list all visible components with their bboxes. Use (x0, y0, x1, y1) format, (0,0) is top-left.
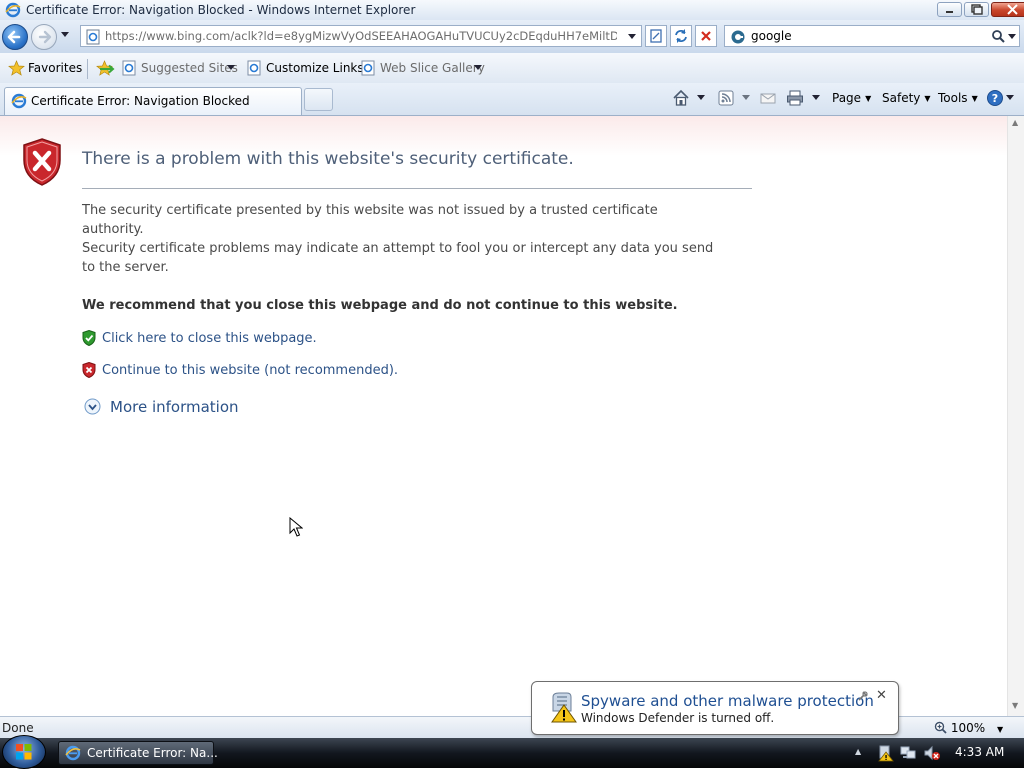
ie-logo-icon (65, 745, 81, 761)
notification-options-icon[interactable] (857, 690, 869, 702)
error-warning: Security certificate problems may indica… (82, 241, 714, 275)
status-text: Done (2, 721, 34, 735)
window-title: Certificate Error: Navigation Blocked - … (26, 3, 416, 17)
tab-certificate-error[interactable]: Certificate Error: Navigation Blocked (4, 87, 302, 115)
volume-muted-icon[interactable] (923, 744, 941, 762)
read-mail-icon[interactable] (759, 89, 777, 107)
page-menu[interactable]: Page ▼ (832, 91, 871, 105)
page-icon (85, 29, 101, 45)
show-hidden-icons-icon[interactable]: ▲ (855, 747, 861, 756)
search-input[interactable]: google (751, 29, 792, 43)
error-description: The security certificate presented by th… (82, 203, 658, 237)
shield-error-icon (22, 138, 62, 186)
notification-title: Spyware and other malware protection (581, 692, 874, 710)
google-icon (730, 29, 746, 45)
forward-button[interactable] (31, 24, 57, 50)
recent-pages-dropdown-icon[interactable] (60, 31, 70, 39)
search-box[interactable]: google (724, 25, 1020, 47)
chevron-down-icon (474, 65, 482, 71)
help-icon[interactable]: ? (986, 89, 1004, 107)
tools-menu[interactable]: Tools ▼ (938, 91, 978, 105)
home-dropdown-icon[interactable] (697, 95, 705, 101)
scroll-up-arrow-icon[interactable]: ▲ (1012, 118, 1018, 127)
refresh-button[interactable] (670, 25, 692, 47)
page-title: There is a problem with this website's s… (82, 149, 574, 169)
help-dropdown-icon[interactable] (1006, 95, 1014, 101)
notification-text: Windows Defender is turned off. (581, 711, 775, 725)
tab-label: Certificate Error: Navigation Blocked (31, 94, 250, 108)
clock[interactable]: 4:33 AM (955, 745, 1004, 759)
shield-ok-icon (82, 330, 96, 346)
chevron-down-icon (227, 65, 235, 71)
star-icon (8, 60, 25, 76)
mouse-cursor-icon (289, 517, 303, 537)
restore-button[interactable] (964, 2, 989, 17)
ie-page-icon (360, 60, 376, 76)
windows-defender-tray-icon[interactable] (877, 744, 895, 762)
notification-close-button[interactable]: ✕ (876, 688, 887, 703)
favorites-bar: Favorites Suggested Sites Customize Link… (0, 53, 1024, 83)
recommendation-text: We recommend that you close this webpage… (82, 298, 678, 313)
home-icon[interactable] (672, 89, 690, 107)
scroll-down-arrow-icon[interactable]: ▼ (1012, 701, 1018, 710)
zoom-icon (934, 721, 947, 734)
back-button[interactable] (2, 24, 28, 50)
ie-logo-icon (5, 2, 21, 18)
taskbar: Certificate Error: Na... ▲ 4:33 AM (0, 735, 1024, 769)
print-icon[interactable] (786, 89, 804, 107)
address-dropdown-icon[interactable] (627, 33, 637, 41)
close-window-button[interactable] (991, 2, 1024, 17)
feeds-dropdown-icon[interactable] (742, 95, 750, 101)
vertical-scrollbar[interactable]: ▲ ▼ (1007, 116, 1024, 716)
safety-menu[interactable]: Safety ▼ (882, 91, 931, 105)
zoom-dropdown-icon: ▼ (996, 725, 1004, 734)
taskbar-item-internet-explorer[interactable]: Certificate Error: Na... (58, 741, 218, 765)
address-row: https://www.bing.com/aclk?ld=e8ygMizwVyO… (0, 20, 1024, 53)
url-text[interactable]: https://www.bing.com/aclk?ld=e8ygMizwVyO… (105, 29, 617, 43)
start-button[interactable] (2, 735, 46, 769)
minimize-button[interactable] (937, 2, 962, 17)
feeds-icon[interactable] (717, 89, 735, 107)
chevron-down-icon: ▼ (865, 94, 872, 103)
zoom-control[interactable]: 100% ▼ (934, 721, 1003, 735)
expand-circle-icon (84, 398, 101, 415)
print-dropdown-icon[interactable] (812, 95, 820, 101)
ie-logo-icon (11, 93, 27, 109)
search-options-dropdown-icon[interactable] (1008, 34, 1016, 40)
toolbar-divider (87, 59, 88, 79)
tab-row: Certificate Error: Navigation Blocked Pa… (0, 83, 1024, 116)
stop-button[interactable] (695, 25, 717, 47)
shield-error-small-icon (82, 362, 96, 378)
add-to-favorites-bar-icon[interactable] (96, 60, 116, 76)
search-icon[interactable] (991, 29, 1005, 43)
address-bar[interactable]: https://www.bing.com/aclk?ld=e8ygMizwVyO… (80, 25, 642, 47)
ie-page-icon (246, 60, 262, 76)
title-bar[interactable]: Certificate Error: Navigation Blocked - … (0, 0, 1024, 20)
windows-defender-warning-icon (549, 691, 577, 723)
compatibility-view-button[interactable] (645, 25, 667, 47)
zoom-level: 100% (950, 721, 986, 735)
chevron-down-icon: ▼ (971, 94, 978, 103)
title-divider (82, 188, 752, 189)
windows-defender-notification[interactable]: Spyware and other malware protection Win… (531, 681, 899, 735)
network-icon[interactable] (899, 744, 917, 762)
page-content: There is a problem with this website's s… (0, 116, 1007, 716)
chevron-down-icon: ▼ (924, 94, 931, 103)
ie-page-icon (121, 60, 137, 76)
new-tab-button[interactable] (304, 88, 333, 111)
svg-text:?: ? (992, 92, 998, 105)
